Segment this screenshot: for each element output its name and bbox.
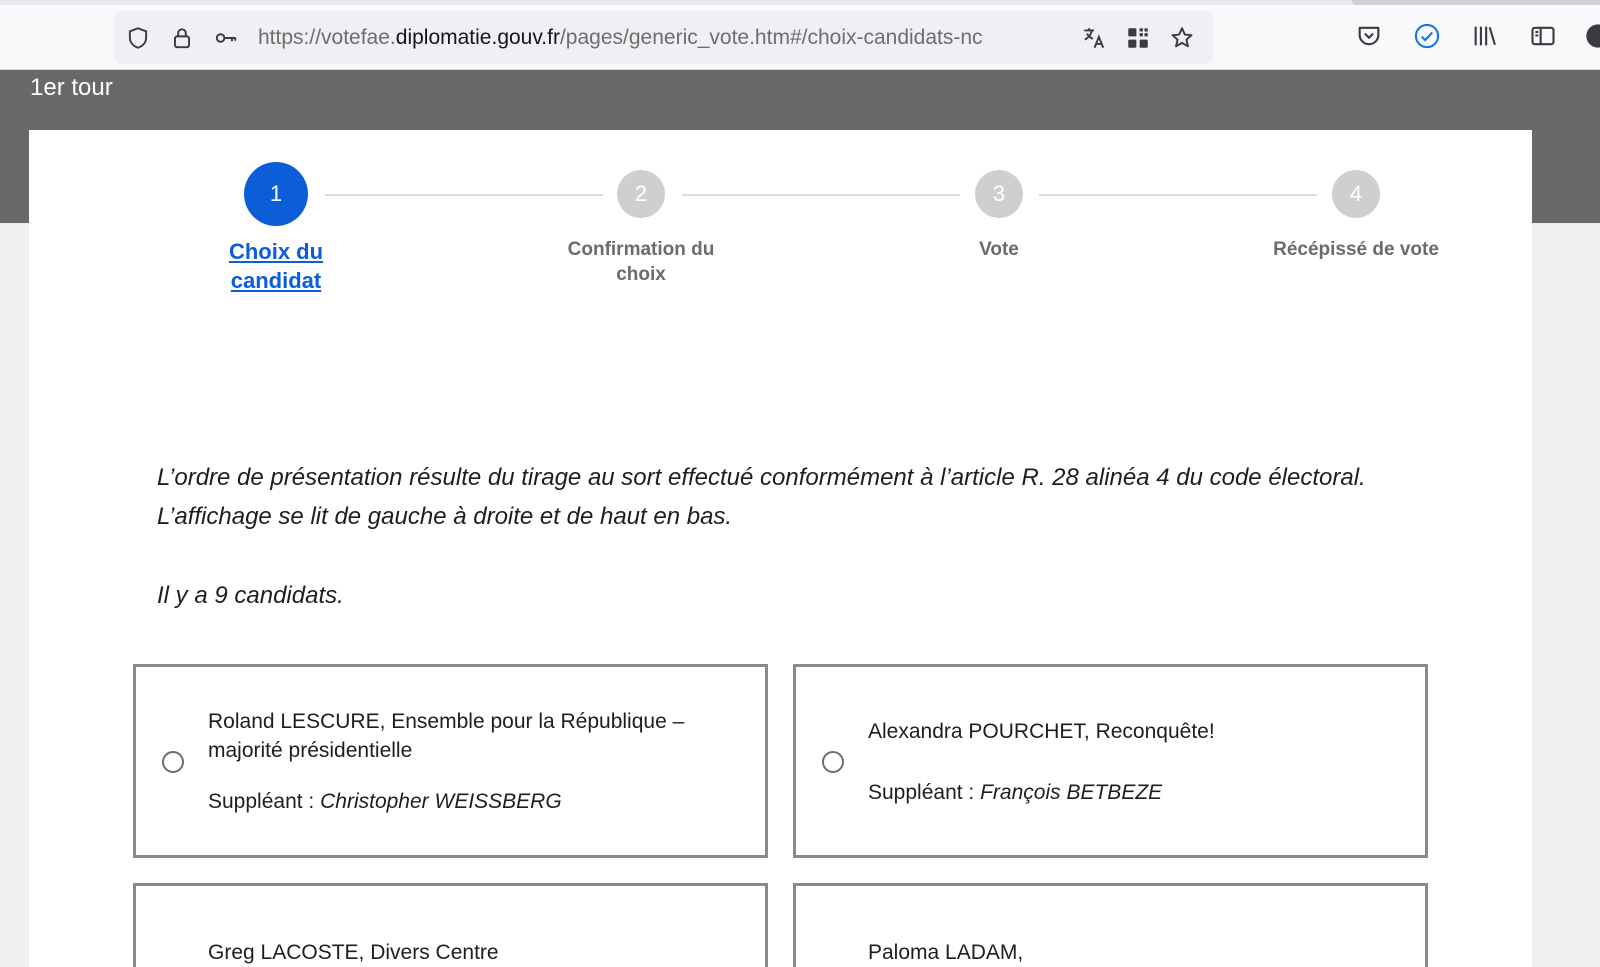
order-info-text: L’ordre de présentation résulte du tirag…: [157, 464, 1366, 530]
library-icon[interactable]: [1469, 20, 1501, 52]
bookmark-star-icon[interactable]: [1168, 24, 1196, 52]
lock-icon[interactable]: [168, 24, 196, 52]
candidate-count-text: Il y a 9 candidats.: [157, 582, 344, 609]
step-connector: [682, 194, 960, 196]
url-fade: [1026, 21, 1068, 55]
candidate-name-2: Alexandra POURCHET, Reconquête!: [868, 720, 1215, 743]
candidate-name-1: Roland LESCURE, Ensemble pour la Républi…: [208, 710, 685, 762]
candidate-radio-1[interactable]: [162, 751, 184, 773]
key-icon[interactable]: [212, 24, 240, 52]
step-2-circle: 2: [617, 170, 665, 218]
step-connector: [325, 194, 603, 196]
candidate-substitute-2: Suppléant : François BETBEZE: [868, 781, 1163, 804]
browser-toolbar: https://votefae.diplomatie.gouv.fr/pages…: [0, 0, 1600, 70]
tour-label: 1er tour: [30, 74, 113, 101]
step-4-circle: 4: [1332, 170, 1380, 218]
candidate-name-4: Paloma LADAM,: [868, 941, 1024, 964]
translate-icon[interactable]: [1080, 24, 1108, 52]
candidate-name-3: Greg LACOSTE, Divers Centre: [208, 941, 499, 964]
url-bar[interactable]: https://votefae.diplomatie.gouv.fr/pages…: [114, 11, 1213, 64]
candidate-card-1[interactable]: Roland LESCURE, Ensemble pour la Républi…: [133, 664, 768, 858]
candidate-radio-2[interactable]: [822, 751, 844, 773]
tab-strip: [0, 0, 1600, 5]
shield-icon[interactable]: [124, 24, 152, 52]
candidate-card-4[interactable]: Paloma LADAM,: [793, 883, 1428, 967]
candidate-card-2[interactable]: Alexandra POURCHET, Reconquête! Suppléan…: [793, 664, 1428, 858]
active-tab-edge[interactable]: [1352, 0, 1600, 5]
step-3-label: Vote: [979, 239, 1019, 260]
sidebar-icon[interactable]: [1527, 20, 1559, 52]
step-2-label: Confirmation du choix: [567, 239, 715, 285]
account-icon[interactable]: [1582, 20, 1600, 52]
pocket-icon[interactable]: [1353, 20, 1385, 52]
candidate-substitute-1: Suppléant : Christopher WEISSBERG: [208, 790, 562, 813]
step-connector: [1039, 194, 1317, 196]
step-4-label: Récépissé de vote: [1273, 239, 1439, 260]
step-1-circle: 1: [244, 162, 308, 226]
step-1-label[interactable]: Choix du candidat: [206, 237, 346, 295]
candidate-card-3[interactable]: Greg LACOSTE, Divers Centre: [133, 883, 768, 967]
step-3-circle: 3: [975, 170, 1023, 218]
checkmark-circle-icon[interactable]: [1411, 20, 1443, 52]
url-text[interactable]: https://votefae.diplomatie.gouv.fr/pages…: [258, 25, 1066, 51]
qr-code-icon[interactable]: [1124, 24, 1152, 52]
